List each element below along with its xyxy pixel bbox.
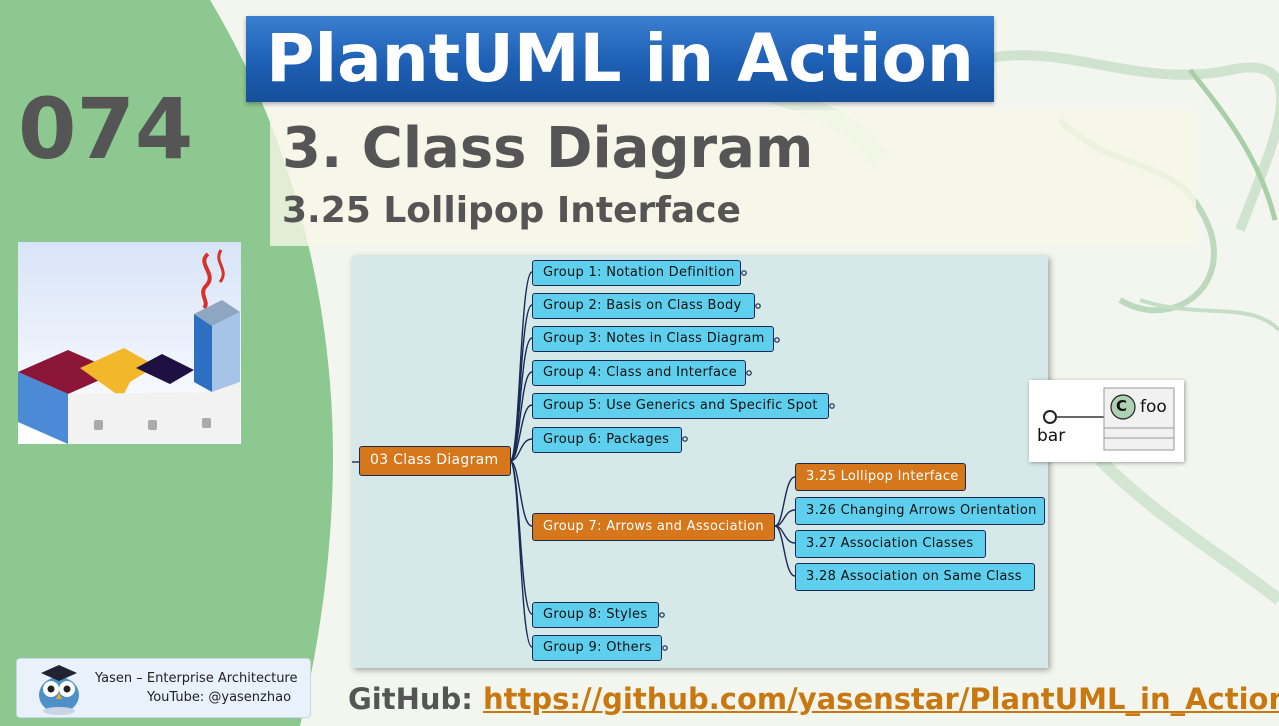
section-title: 3. Class Diagram bbox=[282, 116, 814, 181]
github-label: GitHub: bbox=[348, 682, 483, 716]
series-title-banner: PlantUML in Action bbox=[246, 16, 994, 102]
mindmap-group-node: Group 1: Notation Definition bbox=[532, 260, 741, 286]
plantuml-logo bbox=[18, 242, 241, 444]
factory-logo-icon bbox=[18, 249, 240, 444]
mindmap-group-node: Group 3: Notes in Class Diagram bbox=[532, 326, 774, 352]
section-subtitle: 3.25 Lollipop Interface bbox=[282, 190, 741, 231]
mindmap-group-node: Group 4: Class and Interface bbox=[532, 360, 746, 386]
owl-avatar-icon bbox=[39, 665, 79, 715]
mindmap-group-node: Group 5: Use Generics and Specific Spot bbox=[532, 393, 829, 419]
class-stereotype-icon: C bbox=[1116, 397, 1128, 415]
mindmap-subtopic-node: 3.28 Association on Same Class bbox=[795, 563, 1035, 591]
lollipop-diagram bbox=[1043, 387, 1175, 451]
interface-name: bar bbox=[1037, 426, 1066, 446]
mindmap-group-node-active: Group 7: Arrows and Association bbox=[532, 513, 775, 541]
lollipop-interface-preview: C foo bar bbox=[1029, 380, 1184, 462]
author-card: Yasen – Enterprise Architecture YouTube:… bbox=[16, 658, 311, 718]
mindmap-group-node: Group 8: Styles bbox=[532, 602, 659, 628]
mindmap-group-node: Group 6: Packages bbox=[532, 427, 682, 453]
github-link[interactable]: https://github.com/yasenstar/PlantUML_in… bbox=[483, 682, 1279, 716]
mindmap-subtopic-node-active: 3.25 Lollipop Interface bbox=[795, 463, 966, 491]
mindmap-group-node: Group 9: Others bbox=[532, 635, 662, 661]
mindmap-subtopic-node: 3.26 Changing Arrows Orientation bbox=[795, 497, 1045, 525]
class-diagram-mindmap: 03 Class Diagram Group 1: Notation Defin… bbox=[352, 256, 1048, 668]
author-name: Yasen – Enterprise Architecture bbox=[95, 671, 298, 686]
class-name: foo bbox=[1140, 397, 1167, 417]
author-youtube: YouTube: @yasenzhao bbox=[147, 690, 292, 705]
mindmap-group-node: Group 2: Basis on Class Body bbox=[532, 293, 755, 319]
github-line: GitHub: https://github.com/yasenstar/Pla… bbox=[348, 682, 1279, 716]
mindmap-root-node: 03 Class Diagram bbox=[359, 446, 511, 476]
episode-number: 074 bbox=[18, 80, 194, 178]
mindmap-subtopic-node: 3.27 Association Classes bbox=[795, 530, 986, 558]
